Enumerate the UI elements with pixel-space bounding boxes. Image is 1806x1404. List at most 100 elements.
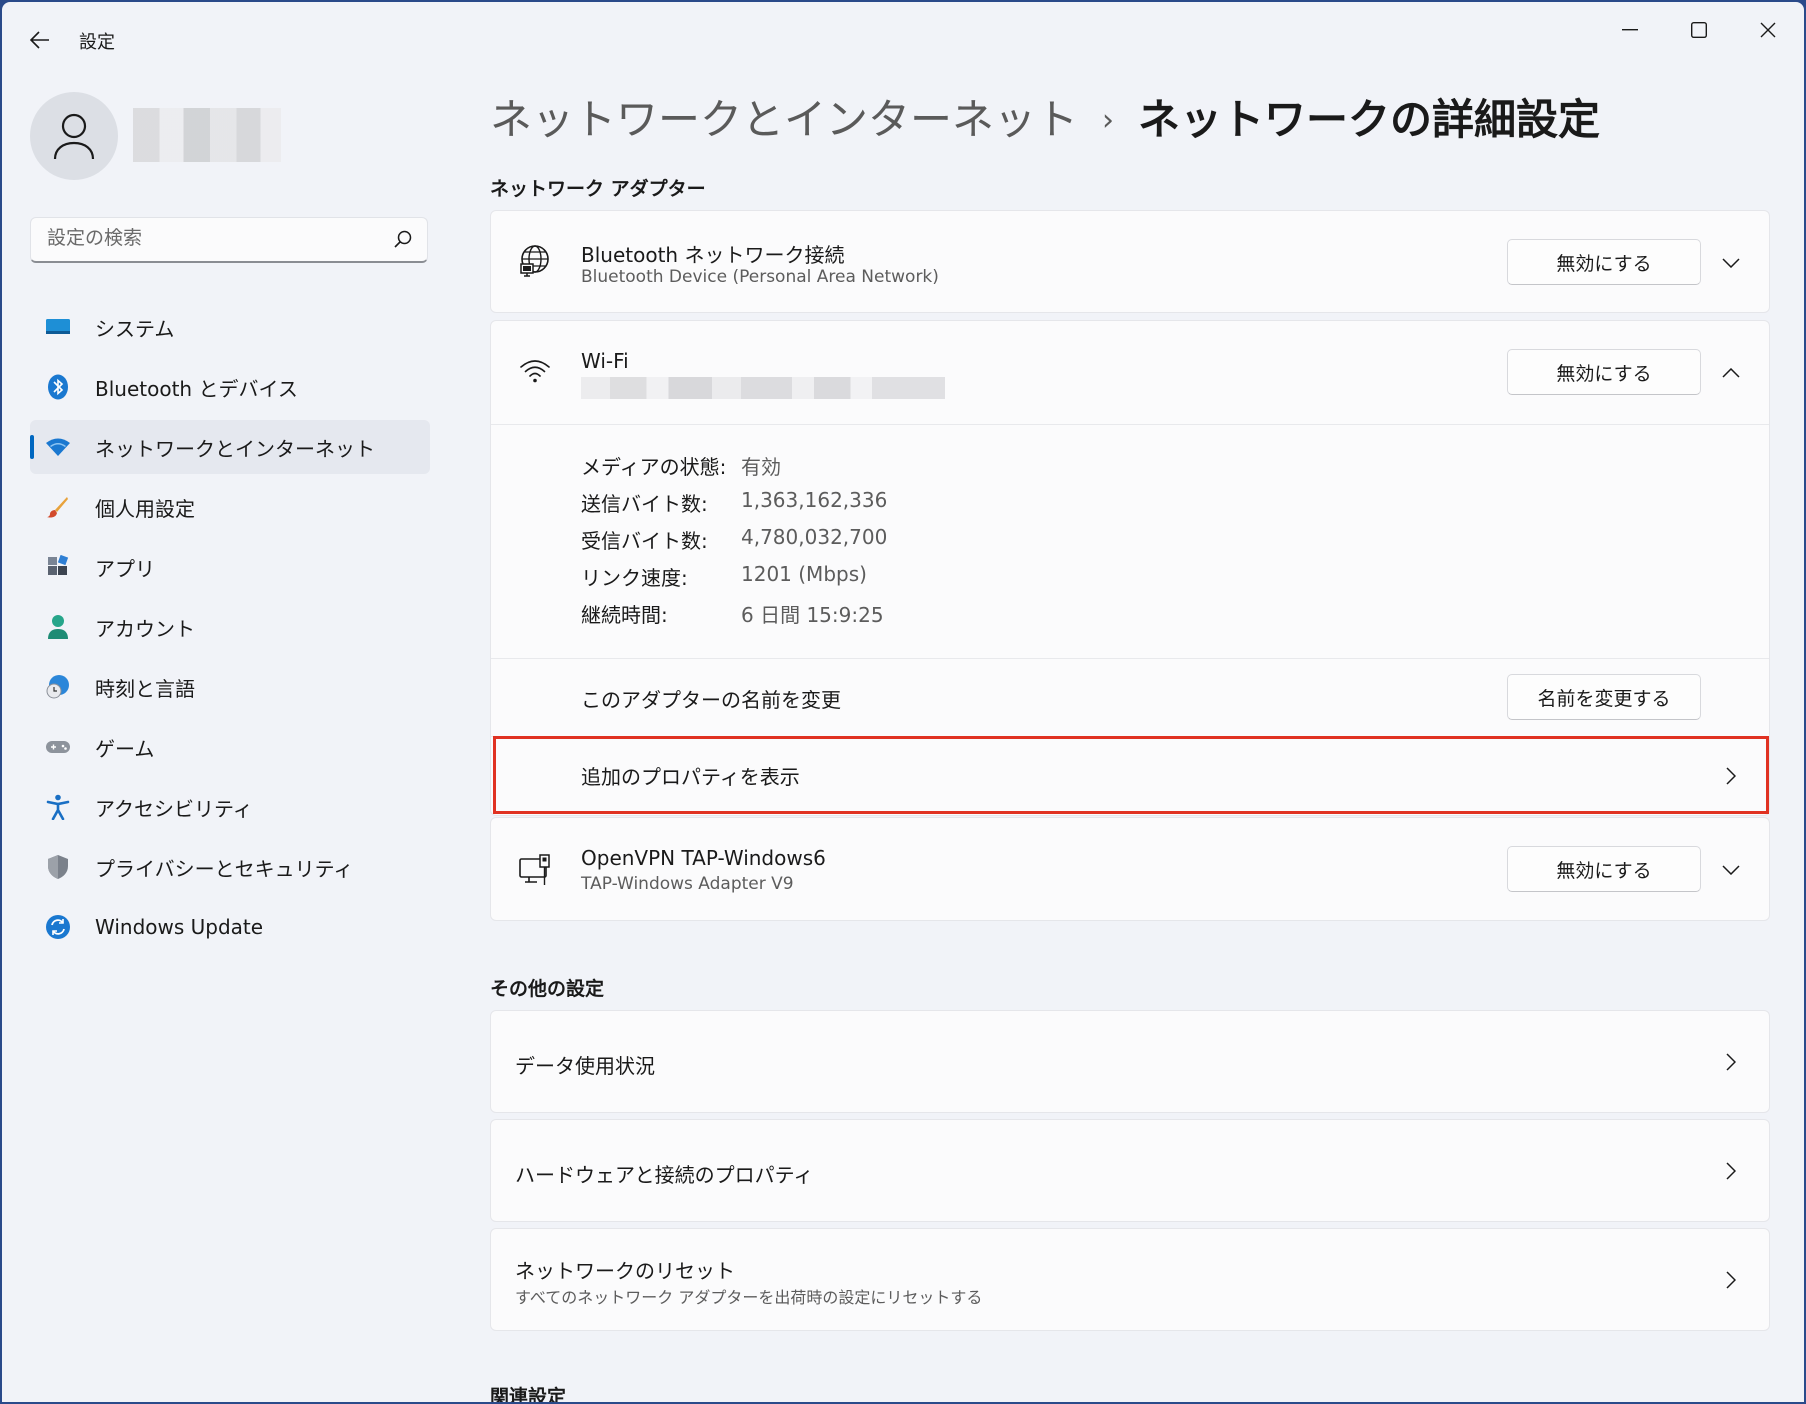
back-button[interactable]: [22, 22, 58, 58]
settings-window: 設定 システム Bluetooth とデバイス ネットワークとインターネット: [2, 2, 1804, 1402]
chevron-down-icon[interactable]: [1719, 251, 1743, 275]
property-value: 4,780,032,700: [741, 525, 888, 549]
sidebar-item-label: ネットワークとインターネット: [95, 436, 375, 461]
sidebar-item-label: 個人用設定: [95, 496, 195, 521]
view-more-properties-label: 追加のプロパティを表示: [581, 765, 800, 789]
property-value: 1201 (Mbps): [741, 562, 867, 586]
sidebar-item-network[interactable]: ネットワークとインターネット: [30, 420, 430, 474]
adapter-card-wifi: Wi-Fi 無効にする メディアの状態: 有効 送信バイト数: 1,363,16…: [490, 320, 1770, 816]
adapter-subtitle: TAP-Windows Adapter V9: [581, 874, 794, 894]
breadcrumb-parent[interactable]: ネットワークとインターネット: [490, 95, 1078, 144]
user-icon: [53, 113, 95, 160]
close-icon: [1760, 22, 1776, 38]
sidebar-item-label: アクセシビリティ: [95, 796, 253, 821]
section-title-related-settings: 関連設定: [490, 1386, 567, 1402]
property-value: 1,363,162,336: [741, 488, 888, 512]
adapter-title: OpenVPN TAP-Windows6: [581, 846, 826, 870]
divider: [491, 658, 1769, 659]
app-title: 設定: [79, 32, 115, 53]
globe-clock-icon: [44, 673, 72, 701]
sidebar-item-label: Windows Update: [95, 915, 264, 939]
chevron-right-icon: [1719, 1159, 1743, 1183]
view-more-properties-row[interactable]: 追加のプロパティを表示: [491, 737, 1769, 815]
gamepad-icon: [44, 733, 72, 761]
property-value: 有効: [741, 455, 781, 479]
maximize-button[interactable]: [1668, 10, 1730, 50]
adapter-card-openvpn[interactable]: OpenVPN TAP-Windows6 TAP-Windows Adapter…: [490, 817, 1770, 921]
sidebar-item-privacy-security[interactable]: プライバシーとセキュリティ: [30, 840, 430, 894]
rename-adapter-button[interactable]: 名前を変更する: [1507, 674, 1701, 720]
title-bar: 設定: [2, 2, 1804, 74]
sidebar-item-label: ゲーム: [95, 736, 155, 761]
setting-title: ハードウェアと接続のプロパティ: [515, 1163, 814, 1187]
sidebar-item-time-language[interactable]: 時刻と言語: [30, 660, 430, 714]
property-label: 送信バイト数:: [581, 492, 708, 516]
apps-icon: [44, 553, 72, 581]
property-value: 6 日間 15:9:25: [741, 603, 884, 627]
chevron-down-icon[interactable]: [1719, 858, 1743, 882]
sidebar-item-apps[interactable]: アプリ: [30, 540, 430, 594]
page-title: ネットワークの詳細設定: [1138, 95, 1601, 144]
search-input[interactable]: [45, 227, 379, 251]
property-label: 継続時間:: [581, 603, 668, 627]
person-icon: [44, 613, 72, 641]
section-title-adapters: ネットワーク アダプター: [490, 178, 706, 200]
maximize-icon: [1691, 22, 1707, 38]
wifi-description-redacted: [581, 377, 945, 399]
back-arrow-icon: [30, 31, 49, 49]
sidebar-item-accounts[interactable]: アカウント: [30, 600, 430, 654]
chevron-right-icon: [1719, 1050, 1743, 1074]
sidebar-item-label: システム: [95, 316, 175, 341]
sidebar-nav: システム Bluetooth とデバイス ネットワークとインターネット 個人用設…: [30, 300, 430, 960]
bluetooth-icon: [44, 373, 72, 401]
setting-title: データ使用状況: [515, 1054, 655, 1078]
adapter-title: Bluetooth ネットワーク接続: [581, 243, 845, 267]
username-redacted: [133, 108, 281, 162]
sidebar-item-label: アカウント: [95, 616, 195, 641]
paintbrush-icon: [44, 493, 72, 521]
sidebar-item-personalization[interactable]: 個人用設定: [30, 480, 430, 534]
search-icon[interactable]: [393, 229, 413, 249]
network-globe-icon: [517, 243, 553, 279]
setting-row-hardware-properties[interactable]: ハードウェアと接続のプロパティ: [490, 1119, 1770, 1222]
close-button[interactable]: [1737, 10, 1799, 50]
setting-subtitle: すべてのネットワーク アダプターを出荷時の設定にリセットする: [515, 1288, 983, 1307]
rename-adapter-label: このアダプターの名前を変更: [581, 688, 841, 712]
divider: [491, 424, 1769, 425]
disable-bluetooth-adapter-button[interactable]: 無効にする: [1507, 239, 1701, 285]
accessibility-icon: [44, 793, 72, 821]
minimize-button[interactable]: [1599, 10, 1661, 50]
sidebar-item-accessibility[interactable]: アクセシビリティ: [30, 780, 430, 834]
avatar[interactable]: [30, 92, 118, 180]
setting-row-data-usage[interactable]: データ使用状況: [490, 1010, 1770, 1113]
adapter-subtitle: Bluetooth Device (Personal Area Network): [581, 267, 939, 287]
sidebar-item-label: Bluetooth とデバイス: [95, 376, 298, 401]
property-label: メディアの状態:: [581, 455, 727, 479]
breadcrumb: ネットワークとインターネット › ネットワークの詳細設定: [490, 86, 1600, 147]
sidebar-item-label: 時刻と言語: [95, 676, 195, 701]
update-sync-icon: [44, 913, 72, 941]
wifi-icon: [44, 433, 72, 461]
section-title-other-settings: その他の設定: [490, 978, 605, 1000]
sidebar-item-gaming[interactable]: ゲーム: [30, 720, 430, 774]
chevron-right-icon: [1719, 764, 1743, 788]
disable-wifi-adapter-button[interactable]: 無効にする: [1507, 349, 1701, 395]
search-box[interactable]: [30, 217, 428, 263]
chevron-up-icon[interactable]: [1719, 361, 1743, 385]
adapter-title: Wi-Fi: [581, 349, 629, 373]
sidebar-item-windows-update[interactable]: Windows Update: [30, 900, 430, 954]
network-adapter-icon: [517, 852, 553, 888]
setting-row-network-reset[interactable]: ネットワークのリセット すべてのネットワーク アダプターを出荷時の設定にリセット…: [490, 1228, 1770, 1331]
breadcrumb-separator: ›: [1102, 103, 1115, 138]
system-display-icon: [44, 313, 72, 341]
sidebar-item-system[interactable]: システム: [30, 300, 430, 354]
sidebar-item-bluetooth[interactable]: Bluetooth とデバイス: [30, 360, 430, 414]
adapter-card-bluetooth[interactable]: Bluetooth ネットワーク接続 Bluetooth Device (Per…: [490, 210, 1770, 313]
setting-title: ネットワークのリセット: [515, 1259, 735, 1283]
shield-icon: [44, 853, 72, 881]
disable-openvpn-adapter-button[interactable]: 無効にする: [1507, 846, 1701, 892]
wifi-signal-icon: [517, 353, 553, 389]
chevron-right-icon: [1719, 1268, 1743, 1292]
sidebar-item-label: プライバシーとセキュリティ: [95, 856, 354, 881]
property-label: リンク速度:: [581, 566, 688, 590]
